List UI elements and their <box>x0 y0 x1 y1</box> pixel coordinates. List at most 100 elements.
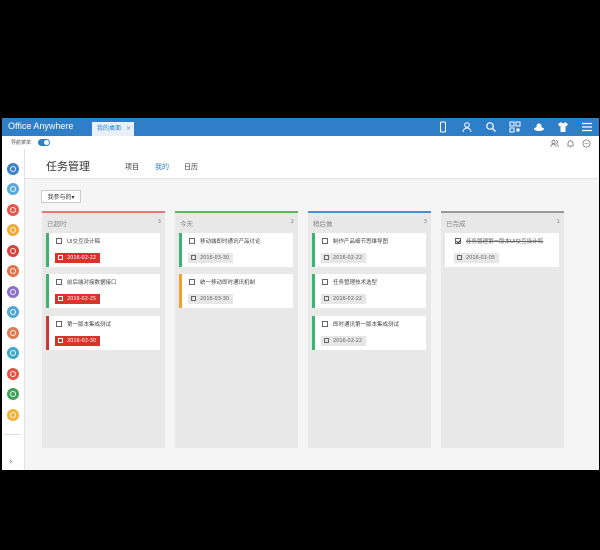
task-title: 任务管理第一版本UI交互设计稿 <box>466 239 544 245</box>
sidebar-icon-5[interactable] <box>7 245 19 257</box>
hat-icon[interactable] <box>533 121 545 133</box>
sidebar-icon-8[interactable] <box>7 306 19 318</box>
sidebar-icon-13[interactable] <box>7 409 19 421</box>
sidebar-icon-1[interactable] <box>7 163 19 175</box>
nav-label: 导航菜单 <box>11 140 32 146</box>
task-card[interactable]: 前后端对接数据接口 2016-02-25 <box>46 274 160 308</box>
task-title: 移动端即时通讯产品讨论 <box>200 239 261 245</box>
sidebar-icon-4[interactable] <box>7 224 19 236</box>
task-date-text: 2016-01-05 <box>466 255 496 261</box>
tab-calendar[interactable]: 日历 <box>184 162 198 172</box>
right-tools <box>543 139 591 148</box>
column-count: 2 <box>290 219 295 225</box>
column-today: 今天 2 移动端即时通讯产品讨论 2016-03-30 统一移动即时通讯机制 2… <box>175 211 298 448</box>
top-bar: Office Anywhere 我的桌面 × <box>2 118 599 136</box>
tab-mine[interactable]: 我的 <box>155 162 169 172</box>
task-date: 2016-03-30 <box>188 253 234 263</box>
column-later: 稍后做 3 制作产品细节思维导图 2016-02-22 任务管理技术选型 201… <box>308 211 431 448</box>
task-checkbox[interactable] <box>56 279 62 285</box>
column-title: 今天 <box>180 220 193 228</box>
chat-icon[interactable] <box>582 139 591 148</box>
task-card[interactable]: 第一版本集成测试 2016-02-30 <box>46 316 160 350</box>
task-checkbox-checked[interactable] <box>455 238 461 244</box>
task-title: 制作产品细节思维导图 <box>333 239 389 245</box>
column-title: 稍后做 <box>313 220 333 228</box>
sidebar: › <box>2 149 25 470</box>
task-card[interactable]: 制作产品细节思维导图 2016-02-22 <box>312 233 426 267</box>
calendar-icon <box>58 338 63 343</box>
task-card[interactable]: 任务管理第一版本UI交互设计稿 2016-01-05 <box>445 233 559 267</box>
sidebar-icon-3[interactable] <box>7 204 19 216</box>
task-title: 即时通讯第一版本集成测试 <box>333 322 400 328</box>
sidebar-icon-9[interactable] <box>7 327 19 339</box>
task-title: UI交互设计稿 <box>67 239 101 245</box>
sidebar-icon-2[interactable] <box>7 183 19 195</box>
task-date: 2016-02-22 <box>321 336 367 346</box>
nav-toggle[interactable] <box>38 139 50 146</box>
task-date: 2016-02-22 <box>321 294 367 304</box>
calendar-icon <box>191 296 196 301</box>
task-date-text: 2016-02-22 <box>333 296 363 302</box>
sidebar-icon-12[interactable] <box>7 388 19 400</box>
task-checkbox[interactable] <box>189 238 195 244</box>
main-content: 任务管理 项目 我的 日历 我参与的▾ 已超时 3 UI交互设计稿 2016-0… <box>25 149 599 470</box>
bell-icon[interactable] <box>566 139 575 148</box>
tab-projects[interactable]: 项目 <box>125 162 139 172</box>
app-logo: Office Anywhere <box>8 121 74 131</box>
task-date-text: 2016-02-22 <box>333 255 363 261</box>
task-checkbox[interactable] <box>322 238 328 244</box>
task-date-text: 2016-03-30 <box>200 255 230 261</box>
task-title: 第一版本集成测试 <box>67 322 112 328</box>
sidebar-divider <box>4 434 21 435</box>
column-done: 已完成 1 任务管理第一版本UI交互设计稿 2016-01-05 <box>441 211 564 448</box>
task-card[interactable]: 统一移动即时通讯机制 2016-03-30 <box>179 274 293 308</box>
task-card[interactable]: UI交互设计稿 2016-02-22 <box>46 233 160 267</box>
column-count: 3 <box>157 219 162 225</box>
sidebar-icon-6[interactable] <box>7 265 19 277</box>
task-title: 前后端对接数据接口 <box>67 280 117 286</box>
task-date-text: 2016-02-30 <box>67 338 97 344</box>
task-card[interactable]: 即时通讯第一版本集成测试 2016-02-22 <box>312 316 426 350</box>
task-date-text: 2016-02-22 <box>333 338 363 344</box>
column-count: 3 <box>423 219 428 225</box>
calendar-icon <box>58 296 63 301</box>
column-overdue: 已超时 3 UI交互设计稿 2016-02-22 前后端对接数据接口 2016-… <box>42 211 165 448</box>
task-checkbox[interactable] <box>189 279 195 285</box>
task-date-text: 2016-03-30 <box>200 296 230 302</box>
mobile-icon[interactable] <box>437 121 449 133</box>
task-checkbox[interactable] <box>56 238 62 244</box>
tab-label: 我的桌面 <box>97 125 122 132</box>
sidebar-icon-11[interactable] <box>7 368 19 380</box>
task-checkbox[interactable] <box>322 321 328 327</box>
search-icon[interactable] <box>485 121 497 133</box>
shirt-icon[interactable] <box>557 121 569 133</box>
sidebar-icon-10[interactable] <box>7 347 19 359</box>
column-count: 1 <box>556 219 561 225</box>
task-date: 2016-01-05 <box>454 253 500 263</box>
filter-dropdown[interactable]: 我参与的▾ <box>41 190 81 203</box>
task-checkbox[interactable] <box>322 279 328 285</box>
sidebar-expand-icon[interactable]: › <box>9 457 13 467</box>
task-date: 2016-02-30 <box>55 336 101 346</box>
task-card[interactable]: 移动端即时通讯产品讨论 2016-03-30 <box>179 233 293 267</box>
sidebar-icon-7[interactable] <box>7 286 19 298</box>
calendar-icon <box>324 296 329 301</box>
task-title: 统一移动即时通讯机制 <box>200 280 256 286</box>
qr-icon[interactable] <box>509 121 521 133</box>
tab-my-desktop[interactable]: 我的桌面 × <box>92 122 134 136</box>
task-card[interactable]: 任务管理技术选型 2016-02-22 <box>312 274 426 308</box>
app-window: Office Anywhere 我的桌面 × 导航菜单 › 任务管理 项目 我的… <box>2 118 599 470</box>
user-icon[interactable] <box>461 121 473 133</box>
task-checkbox[interactable] <box>56 321 62 327</box>
task-date: 2016-02-25 <box>55 294 101 304</box>
task-date-text: 2016-02-22 <box>67 255 97 261</box>
calendar-icon <box>191 255 196 260</box>
calendar-icon <box>324 255 329 260</box>
menu-icon[interactable] <box>581 121 593 133</box>
people-icon[interactable] <box>550 139 559 148</box>
tab-close-icon[interactable]: × <box>126 122 131 136</box>
calendar-icon <box>457 255 462 260</box>
column-title: 已超时 <box>47 220 67 228</box>
page-title: 任务管理 <box>46 160 90 173</box>
page-header: 任务管理 项目 我的 日历 <box>25 149 599 179</box>
